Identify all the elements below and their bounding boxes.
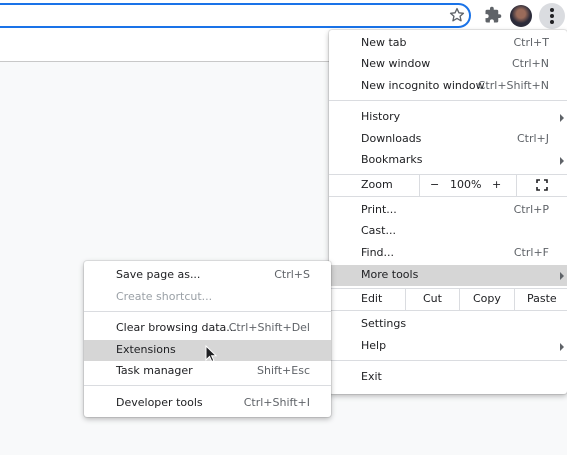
copy-button[interactable]: Copy (473, 292, 501, 305)
profile-avatar[interactable] (510, 5, 532, 27)
submenu-item-create-shortcut: Create shortcut... (84, 287, 331, 308)
menu-item-edit: Edit Cut Copy Paste (329, 289, 567, 310)
menu-item-label: Exit (361, 370, 382, 383)
submenu-arrow-icon (560, 157, 564, 165)
menu-item-label: New incognito window (361, 79, 485, 92)
shortcut-label: Ctrl+Shift+I (243, 396, 310, 409)
fullscreen-icon[interactable] (536, 179, 548, 191)
cut-button[interactable]: Cut (423, 292, 442, 305)
submenu-arrow-icon (560, 343, 564, 351)
menu-item-label: Extensions (116, 343, 176, 356)
menu-item-label: Create shortcut... (116, 290, 213, 303)
menu-item-label: Settings (361, 317, 407, 330)
shortcut-label: Ctrl+F (513, 246, 549, 259)
shortcut-label: Ctrl+Shift+Del (228, 321, 310, 334)
zoom-level: 100% (450, 178, 482, 191)
star-icon[interactable] (448, 6, 466, 24)
menu-item-label: Developer tools (116, 396, 203, 409)
menu-item-label: Save page as... (116, 268, 201, 281)
browser-toolbar (0, 0, 567, 33)
chrome-main-menu: New tab Ctrl+T New window Ctrl+N New inc… (329, 30, 567, 394)
shortcut-label: Ctrl+N (511, 57, 549, 70)
menu-item-label: Help (361, 339, 387, 352)
submenu-item-developer-tools[interactable]: Developer tools Ctrl+Shift+I (84, 393, 331, 414)
menu-item-cast[interactable]: Cast... (329, 221, 567, 242)
menu-item-bookmarks[interactable]: Bookmarks (329, 150, 567, 171)
menu-separator (329, 196, 567, 197)
page-header-strip (0, 33, 330, 62)
menu-item-more-tools[interactable]: More tools (329, 265, 567, 286)
menu-item-label: Cast... (361, 224, 396, 237)
menu-item-new-incognito[interactable]: New incognito window Ctrl+Shift+N (329, 76, 567, 97)
menu-item-history[interactable]: History (329, 107, 567, 128)
more-tools-submenu: Save page as... Ctrl+S Create shortcut..… (84, 261, 331, 417)
menu-item-label: Bookmarks (361, 153, 423, 166)
extensions-puzzle-icon[interactable] (484, 6, 502, 24)
menu-item-downloads[interactable]: Downloads Ctrl+J (329, 129, 567, 150)
shortcut-label: Ctrl+T (513, 36, 549, 49)
menu-separator (329, 310, 567, 311)
menu-item-label: Task manager (116, 364, 193, 377)
menu-item-zoom: Zoom − 100% + (329, 175, 567, 196)
menu-item-label: Clear browsing data... (116, 321, 237, 334)
zoom-in-button[interactable]: + (492, 178, 501, 191)
menu-item-label: Print... (361, 203, 397, 216)
shortcut-label: Ctrl+Shift+N (477, 79, 549, 92)
menu-item-exit[interactable]: Exit (329, 367, 567, 388)
menu-item-help[interactable]: Help (329, 336, 567, 357)
menu-item-label: History (361, 110, 401, 123)
edit-divider (459, 289, 460, 310)
submenu-item-save-page[interactable]: Save page as... Ctrl+S (84, 265, 331, 286)
shortcut-label: Ctrl+P (513, 203, 549, 216)
edit-divider (514, 289, 515, 310)
submenu-arrow-icon (560, 114, 564, 122)
shortcut-label: Shift+Esc (257, 364, 310, 377)
menu-item-label: Zoom (361, 178, 393, 191)
menu-separator (84, 311, 331, 312)
shortcut-label: Ctrl+S (274, 268, 310, 281)
edit-divider (405, 289, 406, 310)
address-bar[interactable] (0, 3, 471, 28)
menu-item-label: New tab (361, 36, 407, 49)
menu-separator (329, 100, 567, 101)
submenu-item-task-manager[interactable]: Task manager Shift+Esc (84, 361, 331, 382)
zoom-out-button[interactable]: − (430, 178, 439, 191)
menu-item-print[interactable]: Print... Ctrl+P (329, 200, 567, 221)
paste-button[interactable]: Paste (527, 292, 557, 305)
menu-item-settings[interactable]: Settings (329, 314, 567, 335)
zoom-divider (419, 175, 420, 196)
menu-item-new-tab[interactable]: New tab Ctrl+T (329, 33, 567, 54)
shortcut-label: Ctrl+J (516, 132, 549, 145)
menu-item-label: Downloads (361, 132, 422, 145)
more-vertical-icon[interactable] (539, 3, 565, 29)
menu-item-label: Find... (361, 246, 395, 259)
menu-item-find[interactable]: Find... Ctrl+F (329, 243, 567, 264)
menu-item-label: More tools (361, 268, 419, 281)
submenu-arrow-icon (560, 272, 564, 280)
zoom-divider (516, 175, 517, 196)
menu-separator (84, 385, 331, 386)
menu-item-label: New window (361, 57, 431, 70)
mouse-cursor-icon (205, 345, 217, 363)
menu-separator (329, 360, 567, 361)
menu-item-label: Edit (361, 292, 383, 305)
menu-item-new-window[interactable]: New window Ctrl+N (329, 54, 567, 75)
submenu-item-clear-browsing-data[interactable]: Clear browsing data... Ctrl+Shift+Del (84, 318, 331, 339)
